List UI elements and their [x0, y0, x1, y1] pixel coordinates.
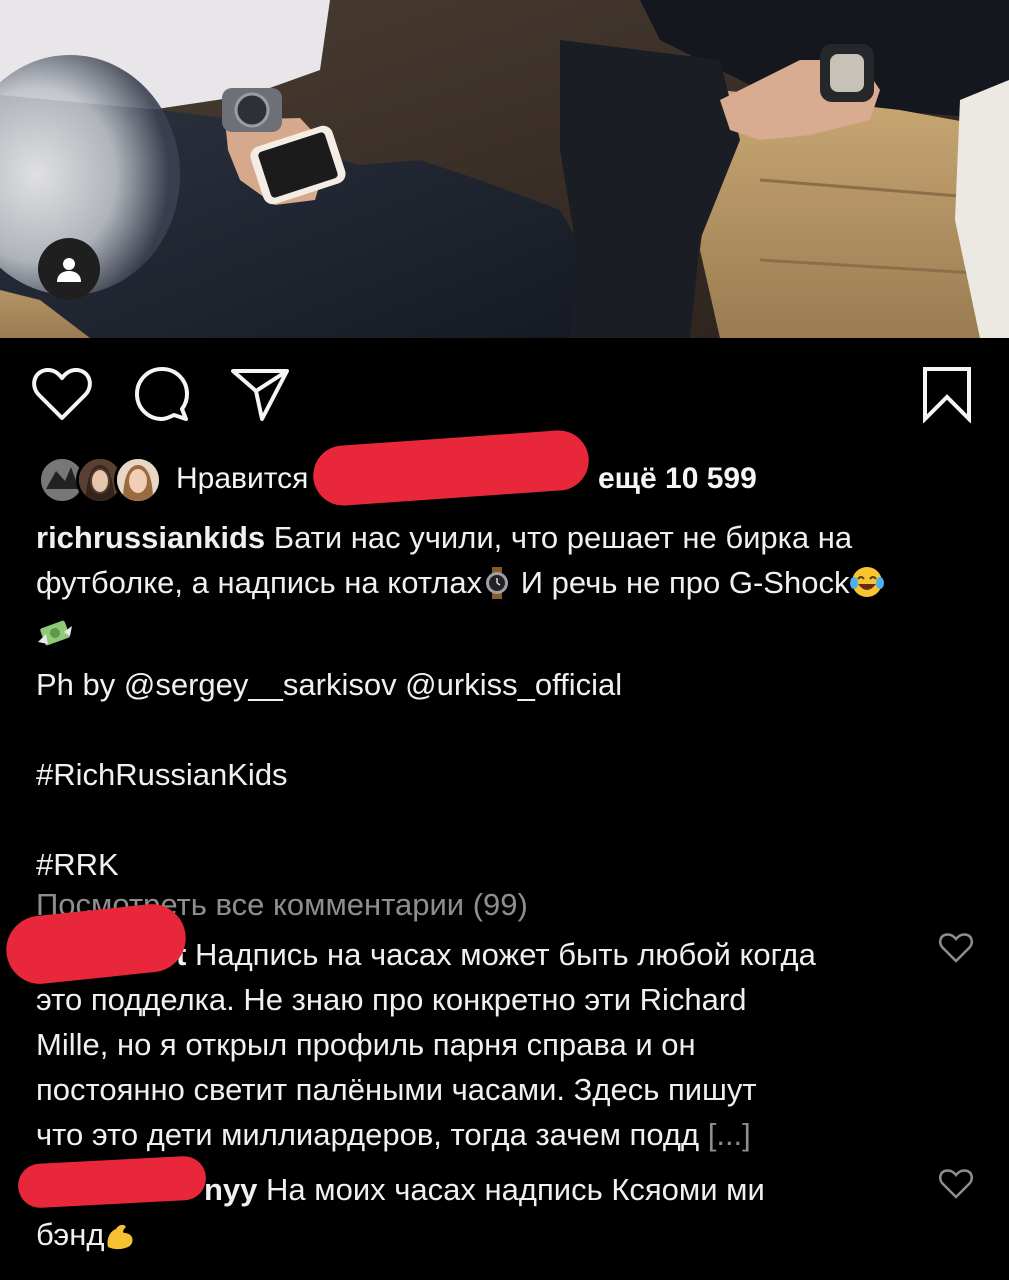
watch-emoji-icon	[482, 566, 512, 611]
comment-2-like-button[interactable]	[938, 1168, 974, 1204]
caption-line-4[interactable]: Ph by @sergey__sarkisov @urkiss_official	[36, 662, 986, 707]
comment-1-text-1: Надпись на часах может быть любой когда	[194, 937, 816, 972]
likes-prefix: Нравится	[176, 462, 309, 495]
comment-button[interactable]	[130, 362, 194, 426]
comment-2-line-2: бэнд	[36, 1212, 916, 1263]
comment-1-line-5: что это дети миллиардеров, тогда зачем п…	[36, 1112, 916, 1157]
liked-by-row[interactable]	[38, 452, 162, 504]
comment-1-line-4: постоянно светит палёными часами. Здесь …	[36, 1072, 757, 1107]
tagged-people-button[interactable]	[38, 238, 100, 300]
caption-line-1: richrussiankids Бати нас учили, что реша…	[36, 515, 986, 560]
hashtag-rrk[interactable]: #RRK	[36, 842, 986, 887]
redaction-mark	[311, 428, 591, 508]
share-button[interactable]	[228, 362, 292, 426]
save-button[interactable]	[914, 362, 980, 426]
send-icon	[231, 369, 289, 421]
money-wings-emoji-icon	[36, 616, 74, 662]
heart-outline-icon	[938, 933, 974, 963]
comment-1-more-link[interactable]: [...]	[708, 1117, 751, 1152]
comment-2-text-1: На моих часах надпись Ксяоми ми	[266, 1172, 765, 1207]
flexed-biceps-emoji-icon	[104, 1218, 136, 1263]
comment-1-line-2: это подделка. Не знаю про конкретно эти …	[36, 982, 747, 1017]
caption-line-3	[36, 611, 986, 662]
post-caption: richrussiankids Бати нас учили, что реша…	[36, 515, 986, 887]
hashtag-richrussiankids[interactable]: #RichRussianKids	[36, 752, 986, 797]
avatar	[114, 456, 162, 504]
caption-text-2b: И речь не про G-Shock	[520, 565, 850, 600]
caption-text-1: Бати нас учили, что решает не бирка на	[273, 520, 853, 555]
person-icon	[57, 258, 81, 282]
comment-1-line-3: Mille, но я открыл профиль парня справа …	[36, 1027, 696, 1062]
caption-line-2: футболке, а надпись на котлах И речь не …	[36, 560, 986, 611]
heart-outline-icon	[938, 1169, 974, 1199]
comment-2-text-2: бэнд	[36, 1217, 105, 1252]
caption-text-2a: футболке, а надпись на котлах	[36, 565, 483, 600]
comment-icon	[135, 367, 189, 421]
comment-2-username[interactable]: nyy	[204, 1172, 257, 1207]
bookmark-icon	[923, 367, 971, 423]
post-photo[interactable]	[0, 0, 1009, 338]
post-photo-illustration	[0, 0, 1009, 338]
comment-1-like-button[interactable]	[938, 932, 974, 968]
comment-1-text-5: что это дети миллиардеров, тогда зачем п…	[36, 1117, 700, 1152]
caption-username[interactable]: richrussiankids	[36, 520, 265, 555]
heart-icon	[32, 367, 92, 420]
laughing-tears-emoji-icon	[849, 565, 885, 611]
liker-avatars	[38, 454, 162, 504]
likes-count[interactable]: ещё 10 599	[598, 460, 757, 498]
like-button[interactable]	[30, 362, 94, 426]
instagram-post-screen: Нравится ещё 10 599 richrussiankids Бати…	[0, 0, 1009, 1280]
